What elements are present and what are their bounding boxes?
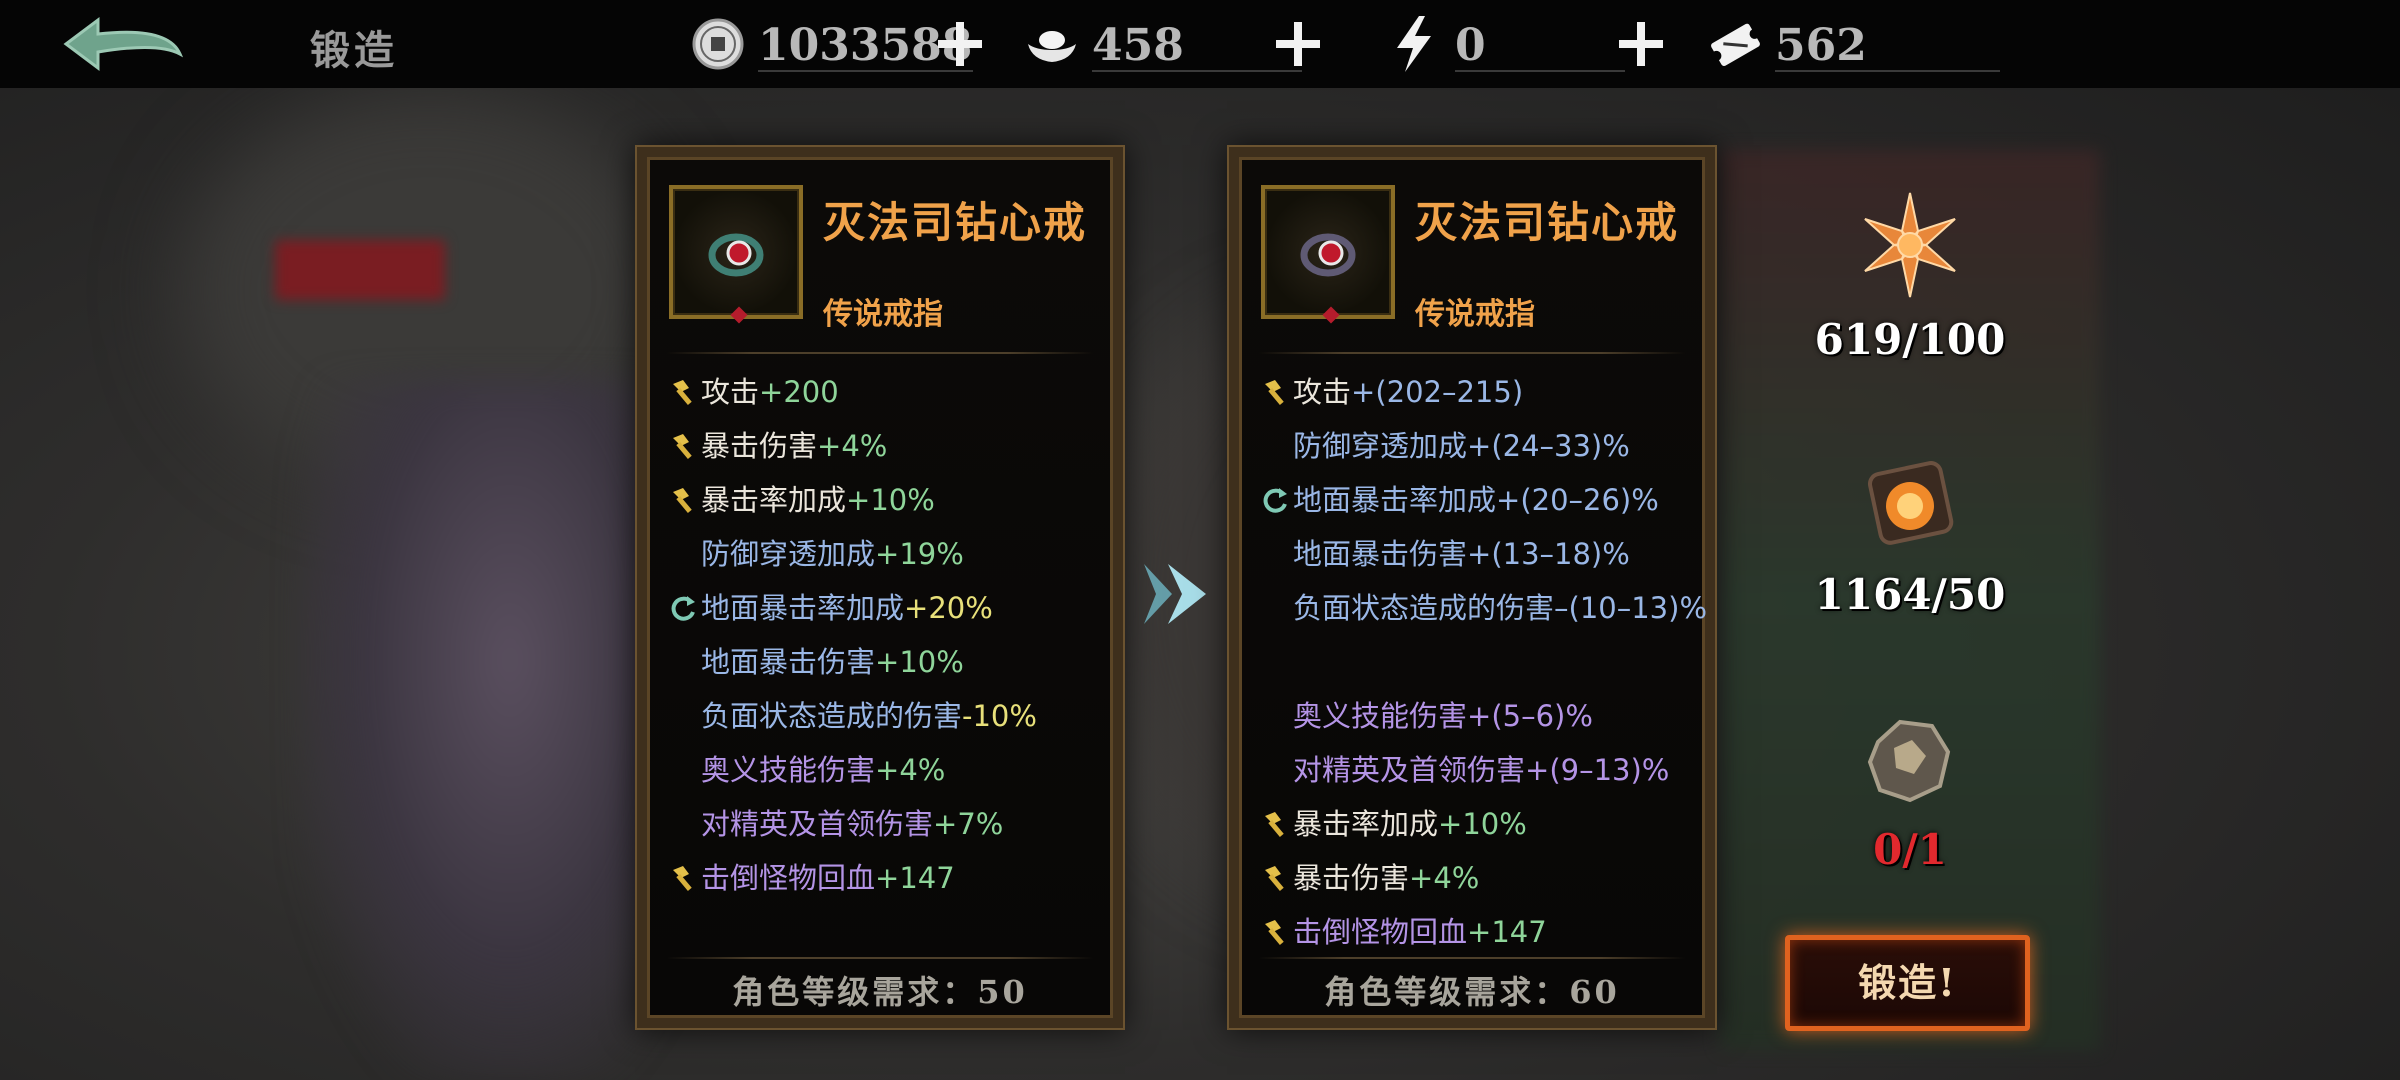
stat-row: 防御穿透加成+19%: [701, 537, 964, 571]
stat-row: 暴击率加成+10%: [1261, 797, 1711, 851]
stat-row: 攻击+200: [669, 365, 1119, 419]
forge-button[interactable]: 锻造!: [1785, 935, 2030, 1031]
stat-list: 攻击+200 暴击伤害+4% 暴击率加成+10% 防御穿透加成+19% 地面暴击…: [669, 365, 1119, 905]
currency-ingot: 458: [1022, 8, 1302, 78]
background-sign: [275, 240, 445, 300]
add-ingot-button[interactable]: [1274, 20, 1322, 68]
stat-row: 击倒怪物回血+147: [1261, 905, 1711, 959]
refresh-icon: [1263, 488, 1287, 513]
stat-row: 地面暴击率加成+(20–26)%: [1261, 473, 1711, 527]
ticket-value: 562: [1775, 20, 1867, 71]
stat-row: 奥义技能伤害+(5–6)%: [1293, 699, 1593, 733]
back-button[interactable]: [58, 14, 188, 74]
divider: [1259, 957, 1685, 959]
currency-underline: [1775, 70, 2000, 72]
hammer-icon: [673, 866, 692, 891]
material-count: 1164/50: [1814, 570, 2006, 619]
stat-row: 奥义技能伤害+4%: [701, 753, 946, 787]
fire-core-icon[interactable]: [1850, 440, 1970, 560]
item-name: 灭法司钻心戒: [823, 198, 1088, 247]
divider: [667, 957, 1093, 959]
hammer-icon: [673, 380, 692, 405]
stat-list: 攻击+(202–215) 防御穿透加成+(24–33)% 地面暴击率加成+(20…: [1261, 365, 1711, 959]
add-energy-button[interactable]: [1617, 20, 1665, 68]
item-icon-frame[interactable]: [669, 185, 803, 324]
current-item-panel: 灭法司钻心戒 传说戒指 攻击+200 暴击伤害+4% 暴击率加成+10% 防御穿…: [635, 145, 1125, 1030]
item-icon-frame[interactable]: [1261, 185, 1395, 324]
currency-ticket: 562: [1705, 8, 2005, 78]
top-bar: 锻造 1033588 458 0 562: [0, 0, 2400, 88]
stat-row: 攻击+(202–215): [1261, 365, 1711, 419]
ring-icon: [708, 233, 764, 277]
currency-underline: [758, 70, 973, 72]
energy-icon: [1397, 16, 1431, 72]
currency-underline: [1455, 70, 1625, 72]
hammer-icon: [1265, 920, 1284, 945]
divider: [667, 352, 1093, 354]
material-count: 0/1: [1873, 825, 1947, 874]
item-type: 传说戒指: [1415, 297, 1535, 332]
snowflake-crystal-icon[interactable]: [1850, 185, 1970, 305]
page-title: 锻造: [310, 27, 398, 74]
ticket-icon: [1711, 23, 1760, 67]
stat-row: 地面暴击伤害+10%: [701, 645, 964, 679]
ingot-value: 458: [1092, 20, 1184, 71]
ore-stone-icon[interactable]: [1850, 700, 1970, 820]
stat-row: 对精英及首领伤害+7%: [701, 807, 1004, 841]
energy-value: 0: [1455, 20, 1486, 71]
stat-row: 地面暴击率加成+20%: [669, 581, 1119, 635]
item-type: 传说戒指: [823, 297, 943, 332]
stat-row: 防御穿透加成+(24–33)%: [1293, 429, 1630, 463]
currency-underline: [1092, 70, 1302, 72]
rarity-gem: [1322, 306, 1340, 324]
stat-row: 负面状态造成的伤害-10%: [701, 699, 1037, 733]
add-coin-button[interactable]: [936, 20, 984, 68]
stat-row: 对精英及首领伤害+(9–13)%: [1293, 753, 1670, 787]
stat-row: 地面暴击伤害+(13–18)%: [1293, 537, 1630, 571]
back-arrow-icon: [63, 17, 184, 71]
divider: [1259, 352, 1685, 354]
material-count: 619/100: [1814, 315, 2006, 364]
stat-row: 击倒怪物回血+147: [669, 851, 1119, 905]
level-requirement: 角色等级需求：50: [732, 973, 1028, 1011]
rarity-gem: [730, 306, 748, 324]
background-scene: [0, 0, 2400, 1080]
stat-row: 暴击伤害+4%: [669, 419, 1119, 473]
forged-item-panel: 灭法司钻心戒 传说戒指 攻击+(202–215) 防御穿透加成+(24–33)%…: [1227, 145, 1717, 1030]
stat-row: 暴击率加成+10%: [669, 473, 1119, 527]
hammer-icon: [673, 488, 692, 513]
ring-icon: [1300, 233, 1356, 277]
item-name: 灭法司钻心戒: [1415, 198, 1680, 247]
hammer-icon: [1265, 812, 1284, 837]
stat-row: 暴击伤害+4%: [1261, 851, 1711, 905]
hammer-icon: [673, 434, 692, 459]
hammer-icon: [1265, 866, 1284, 891]
coin-icon: [692, 18, 744, 70]
ingot-icon: [1028, 31, 1076, 62]
level-requirement: 角色等级需求：60: [1324, 973, 1620, 1011]
refresh-icon: [671, 596, 695, 621]
stat-row: 负面状态造成的伤害–(10–13)%: [1293, 591, 1708, 625]
currency-energy: 0: [1385, 8, 1645, 78]
hammer-icon: [1265, 380, 1284, 405]
double-chevron-right-icon: [1144, 564, 1206, 624]
